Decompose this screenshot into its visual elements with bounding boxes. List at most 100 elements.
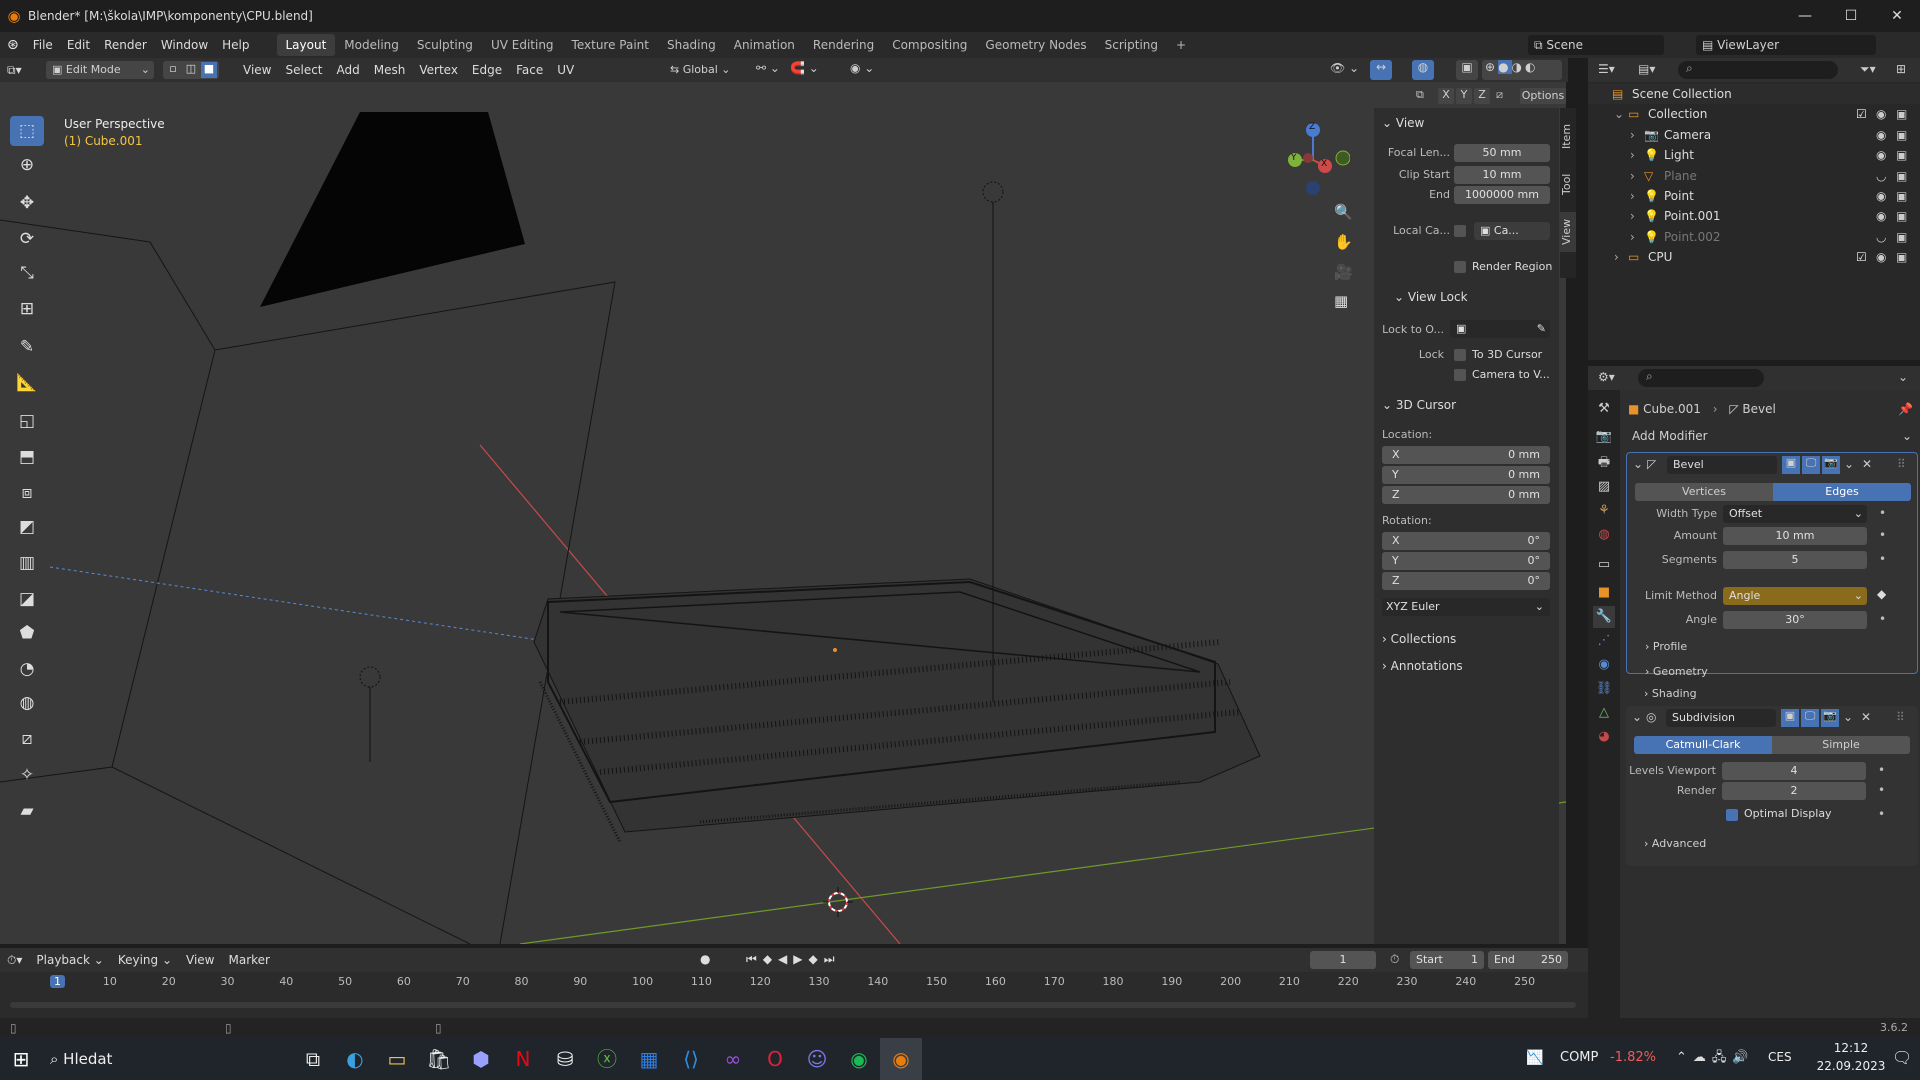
next-keyframe-icon[interactable]: ◆ — [809, 952, 824, 966]
expand-arrow-icon[interactable]: › — [1630, 206, 1635, 226]
workspace-tab-modeling[interactable]: Modeling — [335, 34, 408, 56]
visual-studio-icon[interactable]: ∞ — [712, 1038, 754, 1080]
particles-tab-icon[interactable]: ⋰ — [1593, 630, 1615, 652]
camera-to-view-checkbox[interactable] — [1454, 369, 1466, 381]
viewport-menu-edge[interactable]: Edge — [465, 57, 509, 83]
file-explorer-icon[interactable]: ▭ — [376, 1038, 418, 1080]
overlays-toggle-icon[interactable]: ◍ — [1412, 60, 1434, 80]
shading-mode-group[interactable]: ⊕●◑◐ — [1482, 60, 1562, 80]
viewport-menu-mesh[interactable]: Mesh — [367, 57, 413, 83]
constraints-tab-icon[interactable]: ⛓ — [1593, 678, 1615, 700]
keyframe-dot-icon[interactable]: • — [1879, 552, 1886, 566]
camera-view-icon[interactable]: 🎥 — [1334, 263, 1353, 281]
properties-editor-icon[interactable]: ⚙▾ — [1598, 370, 1615, 384]
drag-handle-icon[interactable]: ⠿ — [1897, 457, 1906, 471]
knife-tool-icon[interactable]: ◪ — [10, 584, 44, 614]
bevel-name-field[interactable]: Bevel — [1667, 456, 1777, 474]
auto-merge-icon[interactable]: ⧄ — [1496, 88, 1503, 102]
frame-ruler[interactable]: 1 10 20 30 40 50 60 70 80 90 100 110 120 130 140 150 160… — [0, 974, 1580, 992]
timeline-menu-playback[interactable]: Playback ⌄ — [29, 947, 110, 973]
object-properties-tab-icon[interactable]: ■ — [1593, 582, 1615, 604]
modifier-menu-chevron-icon[interactable]: ⌄ — [1844, 457, 1854, 471]
clock-date[interactable]: 22.09.2023 — [1816, 1059, 1886, 1073]
viewport-toggle-icon[interactable]: 🖵 — [1801, 709, 1819, 727]
stock-name[interactable]: COMP — [1560, 1050, 1598, 1065]
remove-modifier-close-icon[interactable]: ✕ — [1862, 457, 1872, 471]
outliner-editor-icon[interactable]: ☰▾ — [1598, 62, 1615, 76]
keyframe-dot-icon[interactable]: • — [1878, 763, 1885, 777]
local-camera-checkbox[interactable] — [1454, 225, 1466, 237]
render-properties-tab-icon[interactable]: 📷 — [1593, 426, 1615, 448]
poly-build-tool-icon[interactable]: ⬟ — [10, 618, 44, 648]
view-layer-tab-icon[interactable]: ▨ — [1593, 476, 1615, 498]
play-reverse-icon[interactable]: ◀ — [778, 952, 793, 966]
optimal-display-checkbox[interactable] — [1726, 809, 1738, 821]
render-visibility-icon[interactable]: ▣ — [1896, 125, 1907, 145]
expand-arrow-icon[interactable]: ⌄ — [1614, 104, 1624, 124]
outliner-row[interactable]: › 📷 Camera ◉ ▣ — [1588, 125, 1920, 145]
netflix-icon[interactable]: N — [502, 1038, 544, 1080]
eyedropper-icon[interactable]: ✎ — [1537, 320, 1550, 338]
visibility-eye-icon[interactable]: ◉ — [1876, 206, 1886, 226]
render-visibility-icon[interactable]: ▣ — [1896, 247, 1907, 267]
timeline-menu-keying[interactable]: Keying ⌄ — [111, 947, 179, 973]
minimize-button[interactable]: — — [1782, 0, 1828, 32]
viewport-menu-face[interactable]: Face — [509, 57, 550, 83]
geometry-subpanel[interactable]: › Geometry — [1645, 665, 1708, 678]
outliner-row[interactable]: › ▽ Plane ◡ ▣ — [1588, 166, 1920, 186]
outliner-row[interactable]: › 💡 Point.002 ◡ ▣ — [1588, 227, 1920, 247]
clip-start-field[interactable]: 10 mm — [1454, 166, 1550, 184]
tab-view[interactable]: View — [1560, 212, 1576, 252]
visibility-eye-icon[interactable]: ◉ — [1876, 145, 1886, 165]
keyframe-dot-icon[interactable]: • — [1878, 783, 1885, 797]
tab-tool[interactable]: Tool — [1560, 164, 1576, 204]
tray-expand-icon[interactable]: ⌃ — [1676, 1050, 1693, 1065]
new-collection-icon[interactable]: ⊞ — [1896, 62, 1906, 76]
outliner-row[interactable]: › 💡 Point.001 ◉ ▣ — [1588, 206, 1920, 226]
mirror-x-toggle[interactable]: X — [1438, 88, 1454, 104]
viewport-3d[interactable]: User Perspective (1) Cube.001 ⬚ ⊕ ✥ ⟳ ⤡ … — [0, 82, 1566, 944]
opera-icon[interactable]: O — [754, 1038, 796, 1080]
visibility-eye-icon[interactable]: ◉ — [1876, 125, 1886, 145]
material-shading-icon[interactable]: ◑ — [1512, 60, 1525, 74]
solid-shading-icon[interactable]: ● — [1498, 60, 1512, 74]
edge-browser-icon[interactable]: ◐ — [334, 1038, 376, 1080]
pin-icon[interactable]: 📌 — [1898, 402, 1913, 416]
menu-edit[interactable]: Edit — [60, 32, 97, 58]
cursor-location-x[interactable]: X 0 mm — [1382, 446, 1550, 464]
collapse-chevron-icon[interactable]: ⌄ — [1632, 710, 1642, 724]
scene-properties-tab-icon[interactable]: ⚘ — [1593, 500, 1615, 522]
display-mode-icon[interactable]: ▤▾ — [1638, 62, 1655, 76]
world-properties-tab-icon[interactable]: ◍ — [1593, 524, 1615, 546]
modifier-properties-tab-icon[interactable]: 🔧 — [1593, 606, 1615, 628]
exclude-checkbox[interactable]: ☑ — [1856, 247, 1867, 267]
wireframe-shading-icon[interactable]: ⊕ — [1485, 60, 1498, 74]
outliner-row[interactable]: › ▭ CPU ◉ ▣ ☑ — [1588, 247, 1920, 267]
end-frame-field[interactable]: End 250 — [1488, 951, 1568, 969]
timeline-editor-icon[interactable]: ⏱▾ — [0, 947, 29, 973]
timeline-menu-view[interactable]: View — [179, 947, 221, 973]
expand-arrow-icon[interactable]: › — [1614, 247, 1619, 267]
expand-arrow-icon[interactable]: › — [1630, 166, 1635, 186]
keyframe-dot-icon[interactable]: • — [1879, 528, 1886, 542]
render-visibility-icon[interactable]: ▣ — [1896, 206, 1907, 226]
lock-to-object-field[interactable]: ▣ ✎ — [1450, 320, 1550, 338]
editor-type-icon[interactable]: ⧉▾ — [0, 57, 29, 83]
rendered-shading-icon[interactable]: ◐ — [1525, 60, 1538, 74]
viewport-toggle-icon[interactable]: 🖵 — [1802, 456, 1820, 474]
limit-method-dropdown[interactable]: Angle ⌄ — [1723, 587, 1867, 605]
output-properties-tab-icon[interactable]: 🖶 — [1593, 452, 1615, 474]
keyframe-dot-icon[interactable]: • — [1878, 807, 1885, 821]
mode-selector[interactable]: ▣ Edit Mode ⌄ — [46, 61, 154, 79]
bevel-edges-tab[interactable]: Edges — [1773, 483, 1911, 501]
maximize-button[interactable]: ☐ — [1828, 0, 1874, 32]
keyframe-dot-icon[interactable]: • — [1879, 612, 1886, 626]
viewport-menu-view[interactable]: View — [236, 57, 278, 83]
viewport-menu-uv[interactable]: UV — [550, 57, 581, 83]
store-icon[interactable]: 🛍 — [418, 1038, 460, 1080]
select-box-icon[interactable]: ⬚ — [10, 116, 44, 146]
windows-start-icon[interactable]: ⊞ — [0, 1038, 42, 1080]
snap-icon[interactable]: 🧲 ⌄ — [790, 61, 819, 75]
properties-search-field[interactable]: ⌕ — [1638, 369, 1764, 387]
workspace-tab-scripting[interactable]: Scripting — [1096, 34, 1167, 56]
